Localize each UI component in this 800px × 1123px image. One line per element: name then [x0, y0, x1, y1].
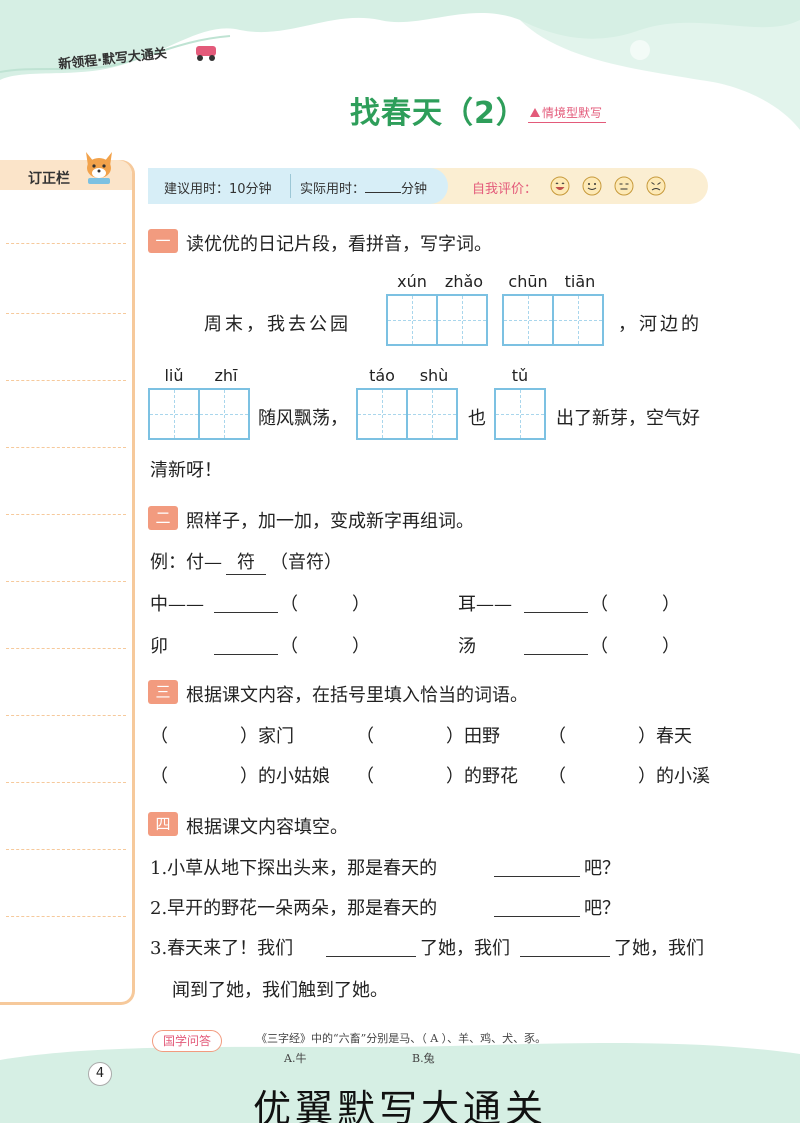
pinyin-zhi: zhī [214, 366, 238, 385]
actual-time-unit: 分钟 [401, 182, 428, 197]
example-answer: 符 [226, 548, 266, 575]
section-1-title: 读优优的日记片段，看拼音，写字词。 [186, 234, 492, 255]
pinyin-tao: táo [369, 366, 395, 385]
correction-divider [6, 581, 126, 582]
laughing-face-icon[interactable] [550, 176, 570, 196]
neutral-face-icon[interactable] [614, 176, 634, 196]
actual-time-blank[interactable] [365, 181, 402, 193]
correction-divider [6, 447, 126, 448]
answer-blank[interactable] [494, 876, 580, 877]
correction-divider [6, 648, 126, 649]
section-number-1: 一 [148, 229, 178, 253]
fill-item[interactable]: （ ）春天 [548, 722, 692, 748]
answer-paren[interactable]: （ ） [280, 632, 370, 658]
actual-time: 实际用时： 分钟 [300, 178, 427, 197]
answer-blank[interactable] [326, 956, 416, 957]
pinyin-zhao: zhǎo [444, 272, 484, 291]
fill-item[interactable]: （ ）的小姑娘 [150, 762, 330, 788]
option-a: A.牛 [284, 1052, 307, 1065]
time-separator [290, 174, 291, 198]
writing-box[interactable] [386, 294, 438, 346]
answer-blank[interactable] [524, 612, 588, 613]
smile-face-icon[interactable] [582, 176, 602, 196]
correction-divider [6, 782, 126, 783]
question-3-mid: 了她，我们 [420, 938, 510, 959]
answer-paren[interactable]: （ ） [590, 632, 680, 658]
answer-blank[interactable] [524, 654, 588, 655]
pinyin-tian: tiān [564, 272, 596, 291]
answer-blank[interactable] [214, 612, 278, 613]
correction-label: 订正栏 [28, 171, 70, 187]
correction-divider [6, 849, 126, 850]
writing-box[interactable] [406, 388, 458, 440]
actual-time-label: 实际用时： [300, 182, 366, 197]
question-3-line-2: 闻到了她，我们触到了她。 [172, 980, 388, 1001]
example-prefix: 例：付— [150, 552, 222, 573]
fill-item[interactable]: （ ）的小溪 [548, 762, 710, 788]
guoxue-question: 《三字经》中的“六畜”分别是马、（ A ）、羊、鸡、犬、豕。 [256, 1032, 547, 1045]
question-3-text: 3.春天来了！我们 [150, 938, 294, 959]
section-1-line-2c: 出了新芽，空气好 [556, 408, 700, 429]
question-1-end: 吧？ [584, 858, 620, 879]
section-4-title: 根据课文内容填空。 [186, 817, 348, 838]
writing-box[interactable] [502, 294, 554, 346]
writing-box[interactable] [436, 294, 488, 346]
fill-item[interactable]: （ ）的野花 [356, 762, 518, 788]
upset-face-icon[interactable] [646, 176, 666, 196]
correction-divider [6, 243, 126, 244]
option-b: B.兔 [412, 1052, 435, 1065]
answer-paren[interactable]: （ ） [590, 590, 680, 616]
question-3-end: 了她，我们 [614, 938, 704, 959]
correction-divider [6, 715, 126, 716]
writing-box[interactable] [356, 388, 408, 440]
pinyin-chun: chūn [508, 272, 548, 291]
answer-blank[interactable] [214, 654, 278, 655]
answer-paren[interactable]: （ ） [280, 590, 370, 616]
correction-divider [6, 514, 126, 515]
page-title: 找春天（2） [350, 96, 527, 131]
question-2-text: 2.早开的野花一朵两朵，那是春天的 [150, 898, 438, 919]
correction-divider [6, 916, 126, 917]
question-1-text: 1.小草从地下探出头来，那是春天的 [150, 858, 438, 879]
header-wave-background [0, 0, 800, 130]
pinyin-liu: liǔ [164, 366, 184, 385]
section-1-line-2a: 随风飘荡， [258, 408, 348, 429]
section-number-2: 二 [148, 506, 178, 530]
correction-divider [6, 380, 126, 381]
writing-box[interactable] [148, 388, 200, 440]
fill-item[interactable]: （ ）家门 [150, 722, 294, 748]
fill-item[interactable]: （ ）田野 [356, 722, 500, 748]
pinyin-tu: tǔ [511, 366, 529, 385]
guoxue-tag: 国学问答 [152, 1030, 222, 1052]
item-char-er: 耳—— [458, 594, 512, 615]
section-3-title: 根据课文内容，在括号里填入恰当的词语。 [186, 685, 528, 706]
answer-blank[interactable] [520, 956, 610, 957]
item-char-mao: 卯 [150, 636, 168, 657]
item-char-tang: 汤 [458, 636, 476, 657]
correction-column [0, 160, 135, 1005]
suggested-time: 建议用时：10分钟 [164, 182, 272, 197]
title-tag: 情境型默写 [528, 104, 607, 123]
writing-box[interactable] [552, 294, 604, 346]
fox-mascot-icon [86, 152, 112, 184]
item-char-zhong: 中—— [150, 594, 204, 615]
section-number-3: 三 [148, 680, 178, 704]
section-number-4: 四 [148, 812, 178, 836]
pinyin-shu: shù [419, 366, 449, 385]
pinyin-xun: xún [397, 272, 427, 291]
section-1-line-2b: 也 [468, 408, 486, 429]
self-evaluation-label: 自我评价： [472, 182, 538, 197]
question-2-end: 吧？ [584, 898, 620, 919]
correction-divider [6, 313, 126, 314]
watermark-text: 优翼默写大通关 [252, 1087, 547, 1123]
writing-box[interactable] [198, 388, 250, 440]
answer-blank[interactable] [494, 916, 580, 917]
section-1-line-3: 清新呀！ [150, 460, 222, 481]
section-1-line-1-end: ，河边的 [618, 314, 702, 335]
example-word: （音符） [270, 552, 342, 573]
writing-box[interactable] [494, 388, 546, 440]
section-2-title: 照样子，加一加，变成新字再组词。 [186, 511, 474, 532]
section-1-line-1: 周末，我去公园 [204, 314, 351, 335]
